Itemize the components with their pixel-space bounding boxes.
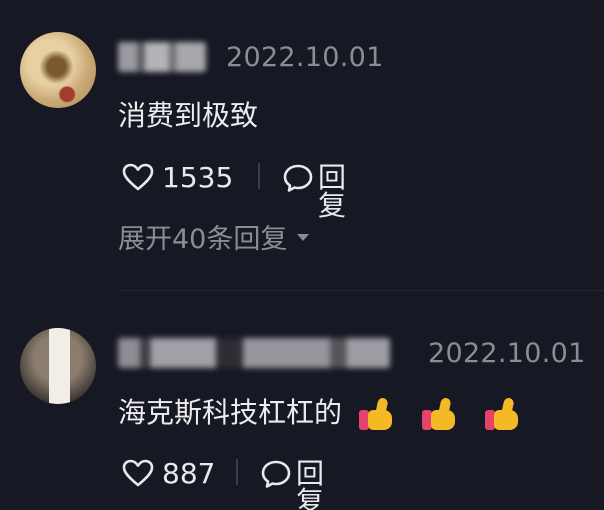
comment-text-row: 海克斯科技杠杠的 — [118, 396, 539, 430]
comment-date: 2022.10.01 — [226, 42, 384, 73]
like-count[interactable]: 887 — [162, 460, 215, 488]
reply-button[interactable]: 回复 — [318, 164, 346, 220]
chat-bubble-icon[interactable] — [260, 459, 292, 489]
comment-text: 海克斯科技杠杠的 — [118, 396, 343, 429]
expand-replies-label: 展开40条回复 — [118, 224, 288, 255]
thumbs-up-icon — [358, 397, 395, 430]
expand-replies-button[interactable]: 展开40条回复 — [118, 224, 310, 255]
heart-outline-icon[interactable] — [122, 163, 154, 191]
comment-item: 2022.10.01 海克斯科技杠杠的 887 回复 — [0, 296, 604, 510]
thumbs-up-icon — [421, 397, 458, 430]
thumbs-up-icon — [484, 397, 521, 430]
username-blurred[interactable] — [118, 42, 206, 72]
comment-item: 2022.10.01 消费到极致 1535 回复 展开40条回复 — [0, 0, 604, 292]
avatar[interactable] — [20, 328, 96, 404]
reply-button[interactable]: 回复 — [296, 460, 324, 510]
like-count[interactable]: 1535 — [162, 164, 233, 192]
divider — [258, 163, 260, 189]
chat-bubble-icon[interactable] — [282, 163, 314, 193]
comment-text: 消费到极致 — [118, 99, 259, 132]
username-blurred[interactable] — [118, 338, 390, 368]
divider — [118, 290, 604, 291]
divider — [236, 459, 238, 485]
heart-outline-icon[interactable] — [122, 459, 154, 487]
emoji-group — [358, 397, 539, 430]
caret-down-icon — [297, 234, 310, 241]
comment-date: 2022.10.01 — [428, 338, 586, 369]
avatar[interactable] — [20, 32, 96, 108]
